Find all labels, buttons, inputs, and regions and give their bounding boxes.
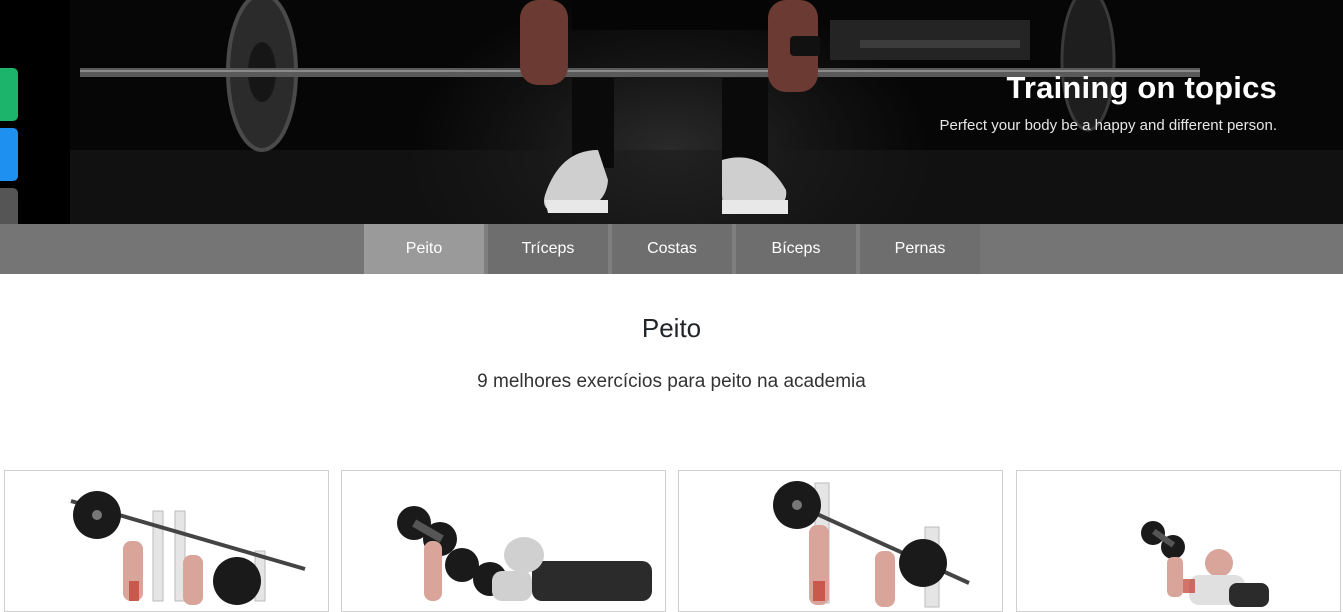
tab-costas[interactable]: Costas [612,224,732,274]
exercise-card[interactable] [1016,470,1341,612]
green-side-button[interactable] [0,68,18,121]
exercise-card[interactable] [678,470,1003,612]
hero-subtitle: Perfect your body be a happy and differe… [939,117,1277,134]
tab-biceps[interactable]: Bíceps [736,224,856,274]
blue-side-button[interactable] [0,128,18,181]
hero-banner: Training on topics Perfect your body be … [0,0,1343,224]
exercise-card[interactable] [4,470,329,612]
section-title: Peito [641,313,702,343]
incline-barbell-bench-press-illustration [70,491,306,605]
tab-peito[interactable]: Peito [364,224,484,274]
decline-barbell-press-illustration [773,481,970,608]
dumbbell-fly-illustration [1141,521,1269,607]
section-subtitle: 9 melhores exercícios para peito na acad… [477,371,866,392]
hero-title: Training on topics [1006,70,1277,105]
exercise-tab-bar: Peito Tríceps Costas Bíceps Pernas [0,224,1343,274]
dumbbell-bench-press-illustration [397,506,652,601]
exercise-card[interactable] [341,470,666,612]
tab-pernas[interactable]: Pernas [860,224,980,274]
hero-deadlift-photo [0,0,1343,224]
tab-triceps[interactable]: Tríceps [488,224,608,274]
